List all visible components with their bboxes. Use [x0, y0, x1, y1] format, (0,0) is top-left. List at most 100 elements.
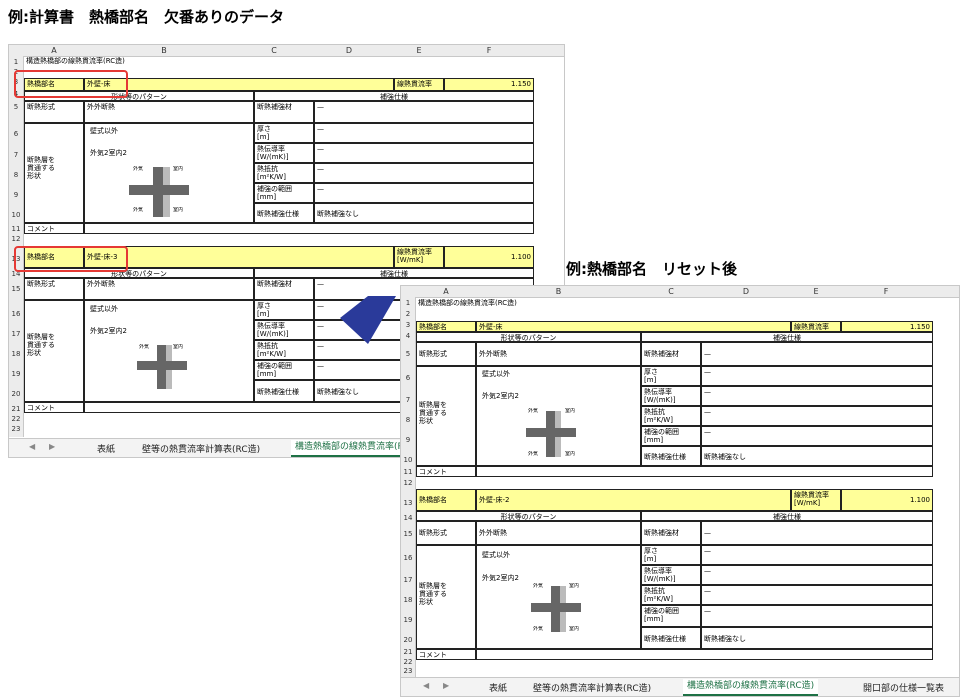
wall-other-text: 壁式以外	[482, 370, 510, 378]
tab-scroll-left-icon[interactable]: ◀	[423, 681, 429, 690]
row-num: 3	[405, 321, 411, 329]
resistance-label: 熱抵抗 [m²K/W]	[641, 406, 701, 426]
psi-label: 線熱貫流率	[791, 321, 841, 332]
comment-value[interactable]	[84, 223, 534, 234]
row-num: 18	[403, 596, 413, 604]
column-header: A B C D E F	[401, 286, 959, 298]
psi-label: 線熱貫流率 [W/mK]	[394, 246, 444, 268]
reinforce-spec-label: 断熱補強仕様	[641, 446, 701, 466]
col-d[interactable]: D	[701, 286, 791, 297]
conductivity-value[interactable]: —	[701, 565, 933, 585]
row-num: 5	[405, 350, 411, 358]
outer-inner-text: 外気2室内2	[482, 574, 519, 582]
bridge-name-value[interactable]: 外壁-床-3	[84, 246, 394, 268]
insulation-type-value: 外外断熱	[476, 521, 641, 545]
conductivity-label: 熱伝導率 [W/(mK)]	[641, 386, 701, 406]
right-spreadsheet: A B C D E F 1 2 3 4 5 6 7 8 9 10 11 12 1…	[400, 285, 960, 697]
reinforce-material-value[interactable]: —	[701, 342, 933, 366]
col-b[interactable]: B	[84, 45, 244, 56]
reinforce-spec-value[interactable]: 断熱補強なし	[701, 627, 933, 649]
col-e[interactable]: E	[394, 45, 444, 56]
shape-pattern-header: 形状等のパターン	[416, 511, 641, 521]
tab-wall-u-value[interactable]: 壁等の熱貫流率計算表(RC造)	[142, 442, 260, 455]
thickness-label: 厚さ [m]	[254, 300, 314, 320]
range-value[interactable]: —	[701, 426, 933, 446]
bridge-name-value[interactable]: 外壁-床	[476, 321, 791, 332]
psi-value[interactable]: 1.150	[841, 321, 933, 332]
row-num: 16	[11, 310, 21, 318]
conductivity-label: 熱伝導率 [W/(mK)]	[254, 320, 314, 340]
row-num: 13	[403, 499, 413, 507]
thickness-value[interactable]: —	[314, 123, 534, 143]
tab-cover[interactable]: 表紙	[489, 681, 507, 694]
bridge-name-label: 熱橋部名	[416, 321, 476, 332]
insulation-type-value: 外外断熱	[476, 342, 641, 366]
reinforce-spec-value[interactable]: 断熱補強なし	[701, 446, 933, 466]
insulation-type-label: 断熱形式	[24, 278, 84, 300]
sheet-title: 構造熱橋部の線熱貫流率(RC造)	[418, 299, 517, 307]
outer-inner-text: 外気2室内2	[90, 327, 127, 335]
bridge-name-value[interactable]: 外壁-床	[84, 78, 394, 91]
comment-value[interactable]	[476, 466, 933, 477]
row-num: 23	[403, 667, 413, 675]
row-num: 7	[405, 396, 411, 404]
tab-scroll-left-icon[interactable]: ◀	[29, 442, 35, 451]
reinforce-spec-value[interactable]: 断熱補強なし	[314, 203, 534, 223]
range-value[interactable]: —	[701, 605, 933, 627]
conductivity-label: 熱伝導率 [W/(mK)]	[641, 565, 701, 585]
resistance-label: 熱抵抗 [m²K/W]	[254, 163, 314, 183]
thickness-label: 厚さ [m]	[254, 123, 314, 143]
row-num: 12	[11, 235, 21, 243]
col-f[interactable]: F	[444, 45, 534, 56]
tab-thermal-bridge[interactable]: 構造熱橋部の線熱貫流率(RC造)	[683, 679, 819, 696]
row-num: 4	[405, 332, 411, 340]
highlight-bridge-name-2	[14, 246, 128, 272]
reinforce-spec-label: 断熱補強仕様	[254, 203, 314, 223]
row-num: 1	[405, 299, 411, 307]
col-b[interactable]: B	[476, 286, 641, 297]
thickness-label: 厚さ [m]	[641, 545, 701, 565]
resistance-label: 熱抵抗 [m²K/W]	[254, 340, 314, 360]
thickness-value[interactable]: —	[701, 545, 933, 565]
row-num: 6	[405, 374, 411, 382]
reinforce-material-value[interactable]: —	[701, 521, 933, 545]
conductivity-value[interactable]: —	[314, 143, 534, 163]
inside-label: 室内	[173, 166, 184, 172]
sheet-title: 構造熱橋部の線熱貫流率(RC造)	[26, 57, 125, 65]
thickness-value[interactable]: —	[701, 366, 933, 386]
insulation-type-label: 断熱形式	[24, 101, 84, 123]
col-e[interactable]: E	[791, 286, 841, 297]
col-d[interactable]: D	[304, 45, 394, 56]
col-c[interactable]: C	[641, 286, 701, 297]
wall-other-text: 壁式以外	[90, 305, 118, 313]
bridge-name-value[interactable]: 外壁-床-2	[476, 489, 791, 511]
conductivity-value[interactable]: —	[701, 386, 933, 406]
resistance-value[interactable]: —	[314, 163, 534, 183]
tab-scroll-right-icon[interactable]: ▶	[49, 442, 55, 451]
col-a[interactable]: A	[416, 286, 476, 297]
psi-value[interactable]: 1.150	[444, 78, 534, 91]
reinforce-material-value[interactable]: —	[314, 101, 534, 123]
tab-wall-u-value[interactable]: 壁等の熱貫流率計算表(RC造)	[533, 681, 651, 694]
col-a[interactable]: A	[24, 45, 84, 56]
insulation-type-value: 外外断熱	[84, 278, 254, 300]
insulation-type-label: 断熱形式	[416, 521, 476, 545]
range-value[interactable]: —	[314, 183, 534, 203]
row-num: 12	[403, 479, 413, 487]
psi-value[interactable]: 1.100	[841, 489, 933, 511]
tab-opening-spec[interactable]: 開口部の仕様一覧表	[863, 681, 944, 694]
row-num: 21	[11, 405, 21, 413]
resistance-value[interactable]: —	[701, 585, 933, 605]
comment-value[interactable]	[476, 649, 933, 660]
inside-label: 室内	[569, 626, 580, 632]
reinforce-material-label: 断熱補強材	[254, 101, 314, 123]
psi-value[interactable]: 1.100	[444, 246, 534, 268]
insulation-type-label: 断熱形式	[416, 342, 476, 366]
tab-cover[interactable]: 表紙	[97, 442, 115, 455]
wall-other-text: 壁式以外	[90, 127, 118, 135]
col-f[interactable]: F	[841, 286, 931, 297]
row-num: 19	[11, 370, 21, 378]
tab-scroll-right-icon[interactable]: ▶	[443, 681, 449, 690]
resistance-value[interactable]: —	[701, 406, 933, 426]
col-c[interactable]: C	[244, 45, 304, 56]
